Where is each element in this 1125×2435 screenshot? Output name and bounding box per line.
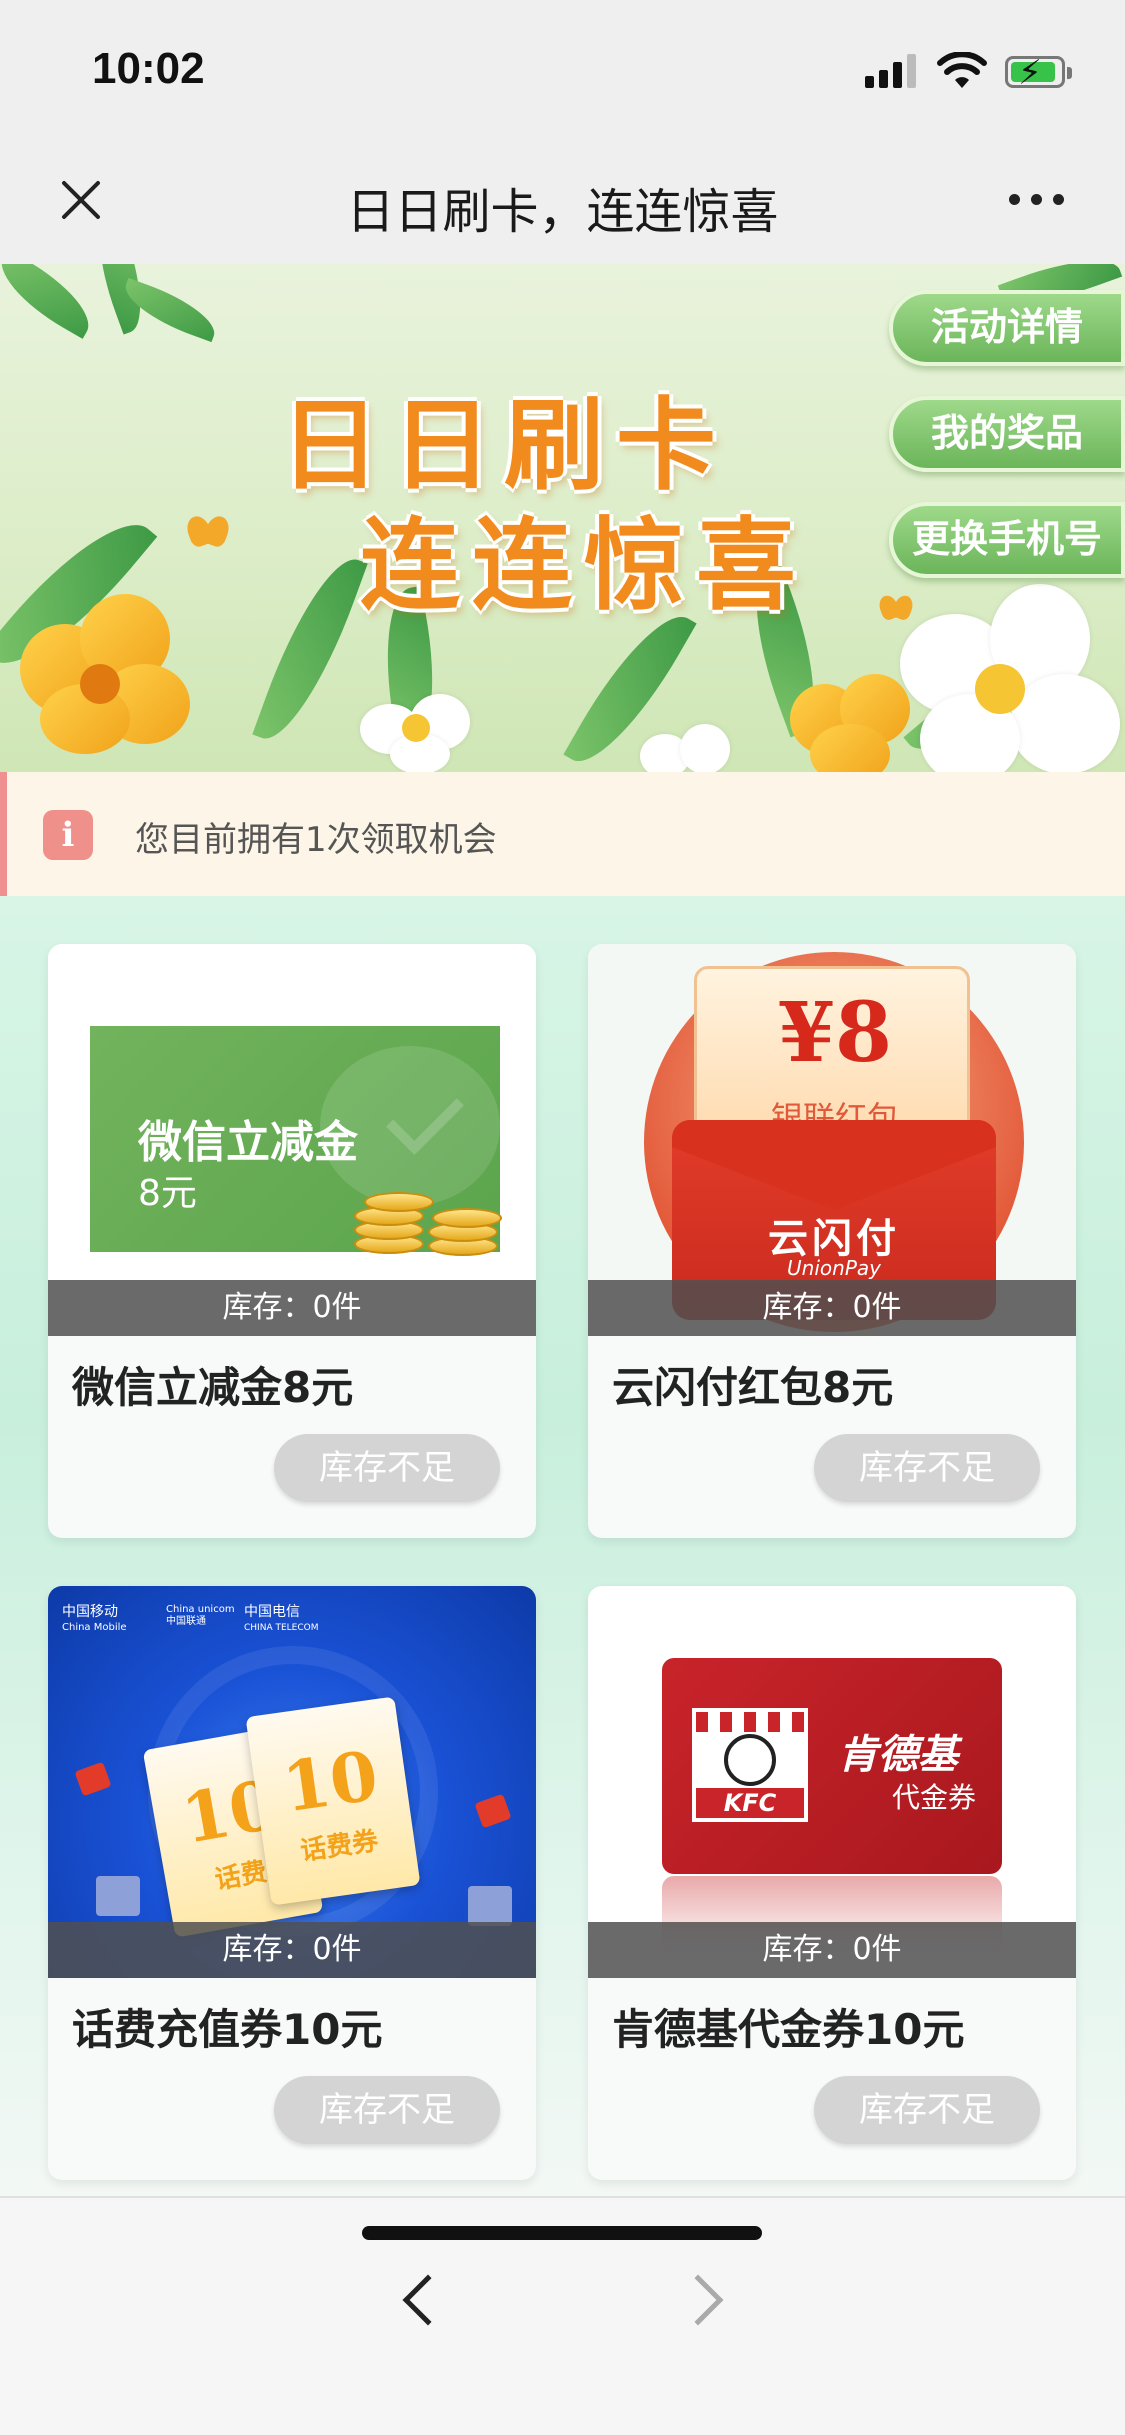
red-packet-amount: ¥8 bbox=[777, 985, 893, 1081]
home-indicator[interactable] bbox=[362, 2226, 762, 2240]
banner-title-line2: 连连惊喜 bbox=[360, 506, 808, 624]
battery-icon: ⚡ bbox=[1005, 53, 1072, 93]
butterfly-decoration bbox=[188, 516, 228, 550]
prize-title: 云闪付红包8元 bbox=[612, 1363, 894, 1412]
stock-label: 库存：0件 bbox=[48, 1280, 536, 1336]
unionpay-brand-en: UnionPay bbox=[787, 1256, 881, 1280]
kfc-voucher-label: 代金券 bbox=[892, 1781, 977, 1814]
prize-image: ¥8 银联红包 云闪付 UnionPay 库存：0件 bbox=[588, 944, 1076, 1336]
ticket-front: 10 话费券 bbox=[245, 1696, 421, 1906]
charging-bolt-icon: ⚡ bbox=[1018, 53, 1042, 93]
chance-notice: i 您目前拥有1次领取机会 bbox=[0, 772, 1125, 896]
prize-title: 肯德基代金券10元 bbox=[612, 2005, 965, 2054]
signal-icon bbox=[893, 62, 902, 88]
kfc-logo: KFC bbox=[692, 1708, 808, 1822]
page-title: 日日刷卡，连连惊喜 bbox=[346, 184, 779, 240]
kfc-name: 肯德基 bbox=[838, 1732, 958, 1778]
stock-label: 库存：0件 bbox=[588, 1922, 1076, 1978]
prize-image: 中国移动 China Mobile China unicom中国联通 中国电信 … bbox=[48, 1586, 536, 1978]
out-of-stock-button[interactable]: 库存不足 bbox=[814, 1434, 1040, 1502]
notice-text: 您目前拥有1次领取机会 bbox=[135, 820, 497, 860]
info-icon: i bbox=[43, 810, 93, 860]
status-bar: 10:02 ⚡ bbox=[0, 0, 1125, 140]
stock-label: 库存：0件 bbox=[48, 1922, 536, 1978]
butterfly-decoration bbox=[880, 595, 912, 622]
prize-card-phone-credit[interactable]: 中国移动 China Mobile China unicom中国联通 中国电信 … bbox=[48, 1586, 536, 2180]
gift-box-icon bbox=[96, 1876, 140, 1916]
status-time: 10:02 bbox=[92, 44, 205, 93]
banner: 日日刷卡 连连惊喜 活动详情 我的奖品 更换手机号 bbox=[0, 264, 1125, 772]
colonel-icon bbox=[724, 1734, 776, 1786]
prize-card-unionpay[interactable]: ¥8 银联红包 云闪付 UnionPay 库存：0件 云闪付红包8元 库存不足 bbox=[588, 944, 1076, 1538]
wifi-icon bbox=[937, 52, 987, 88]
prize-title: 微信立减金8元 bbox=[72, 1363, 354, 1412]
chevron-right-icon[interactable] bbox=[672, 2268, 736, 2338]
chevron-left-icon[interactable] bbox=[390, 2268, 454, 2338]
my-prizes-button[interactable]: 我的奖品 bbox=[889, 396, 1125, 472]
activity-details-button[interactable]: 活动详情 bbox=[889, 290, 1125, 366]
out-of-stock-button[interactable]: 库存不足 bbox=[274, 2076, 500, 2144]
voucher-image-text: 微信立减金 bbox=[138, 1117, 358, 1168]
out-of-stock-button[interactable]: 库存不足 bbox=[274, 1434, 500, 1502]
prize-image: 微信立减金 8元 库存：0件 bbox=[48, 944, 536, 1336]
prize-grid: 微信立减金 8元 库存：0件 微信立减金8元 库存不足 ¥8 银联红包 云闪付 … bbox=[0, 896, 1125, 2196]
gift-box-icon bbox=[468, 1886, 512, 1926]
prize-card-wechat[interactable]: 微信立减金 8元 库存：0件 微信立减金8元 库存不足 bbox=[48, 944, 536, 1538]
china-telecom-logo: 中国电信 CHINA TELECOM bbox=[244, 1604, 319, 1633]
prize-card-kfc[interactable]: KFC 肯德基 代金券 库存：0件 肯德基代金券10元 库存不足 bbox=[588, 1586, 1076, 2180]
status-icons: ⚡ bbox=[865, 52, 1072, 93]
kfc-voucher-image: KFC 肯德基 代金券 bbox=[662, 1658, 1002, 1874]
out-of-stock-button[interactable]: 库存不足 bbox=[814, 2076, 1040, 2144]
signal-icon bbox=[879, 70, 888, 88]
leaf-decoration bbox=[252, 546, 368, 752]
change-phone-button[interactable]: 更换手机号 bbox=[889, 502, 1125, 578]
voucher-image-amount: 8元 bbox=[138, 1173, 197, 1214]
china-unicom-logo: China unicom中国联通 bbox=[166, 1604, 235, 1627]
signal-icon bbox=[907, 54, 916, 88]
stock-label: 库存：0件 bbox=[588, 1280, 1076, 1336]
prize-title: 话费充值券10元 bbox=[72, 2005, 383, 2054]
signal-icon bbox=[865, 76, 874, 88]
nav-bar: 日日刷卡，连连惊喜 bbox=[0, 140, 1125, 264]
china-mobile-logo: 中国移动 China Mobile bbox=[62, 1604, 127, 1633]
prize-image: KFC 肯德基 代金券 库存：0件 bbox=[588, 1586, 1076, 1978]
more-icon[interactable] bbox=[1009, 190, 1069, 210]
leaf-decoration bbox=[0, 264, 103, 339]
